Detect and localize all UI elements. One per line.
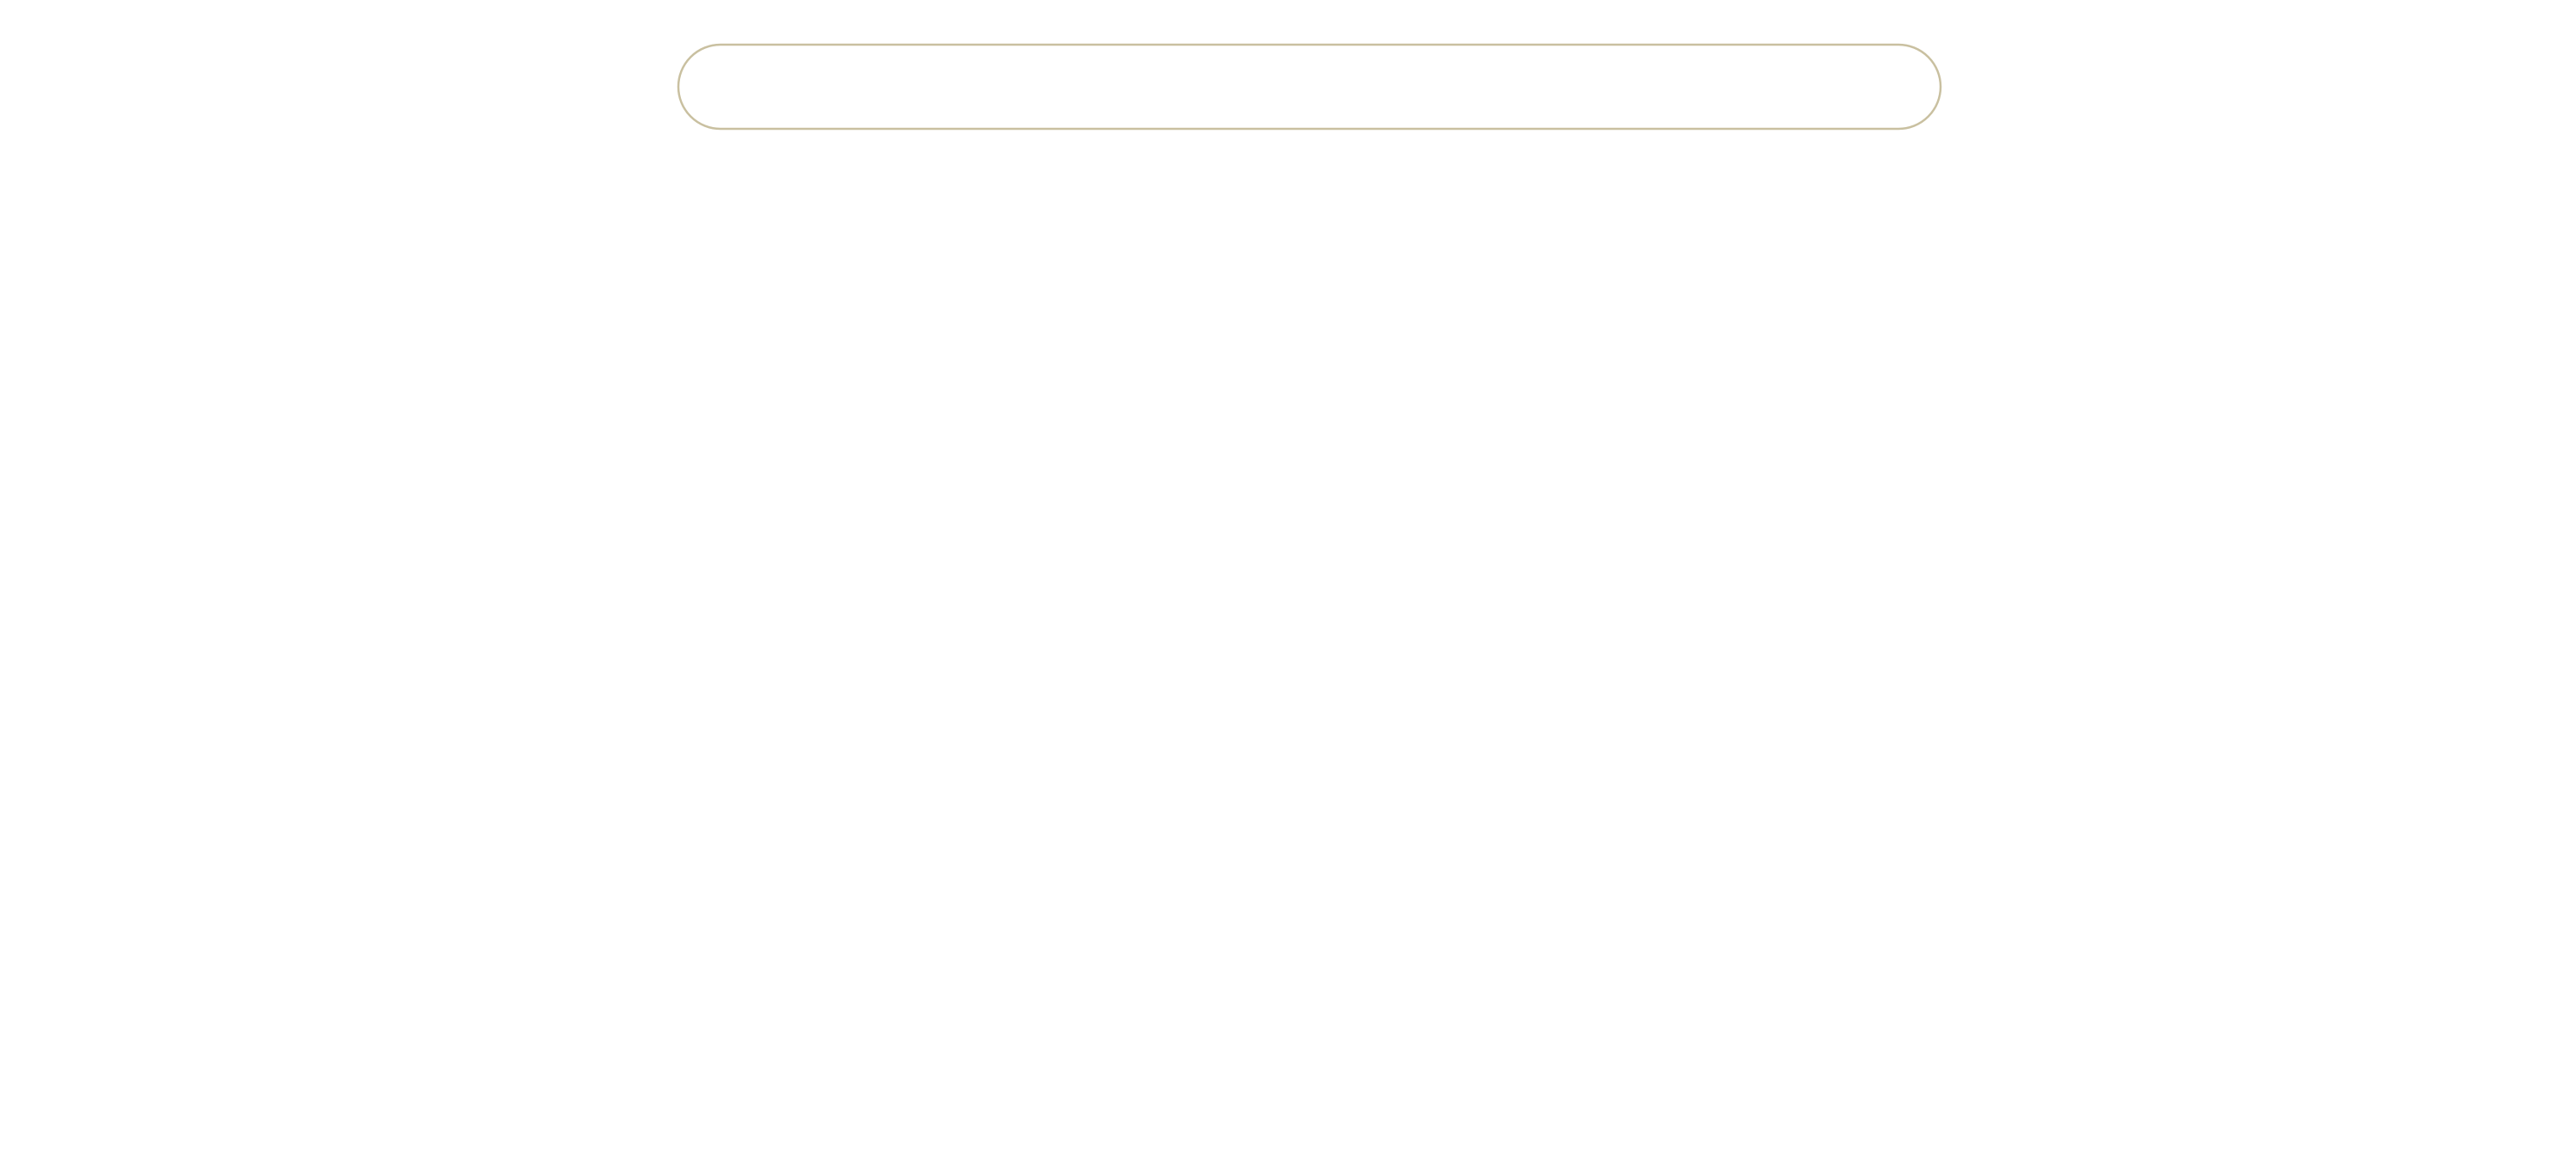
title-banner	[677, 43, 1942, 131]
title-pill-background	[677, 43, 1942, 131]
diagram-canvas	[0, 0, 2576, 1150]
candlestick-patterns-diagram	[677, 43, 1942, 131]
